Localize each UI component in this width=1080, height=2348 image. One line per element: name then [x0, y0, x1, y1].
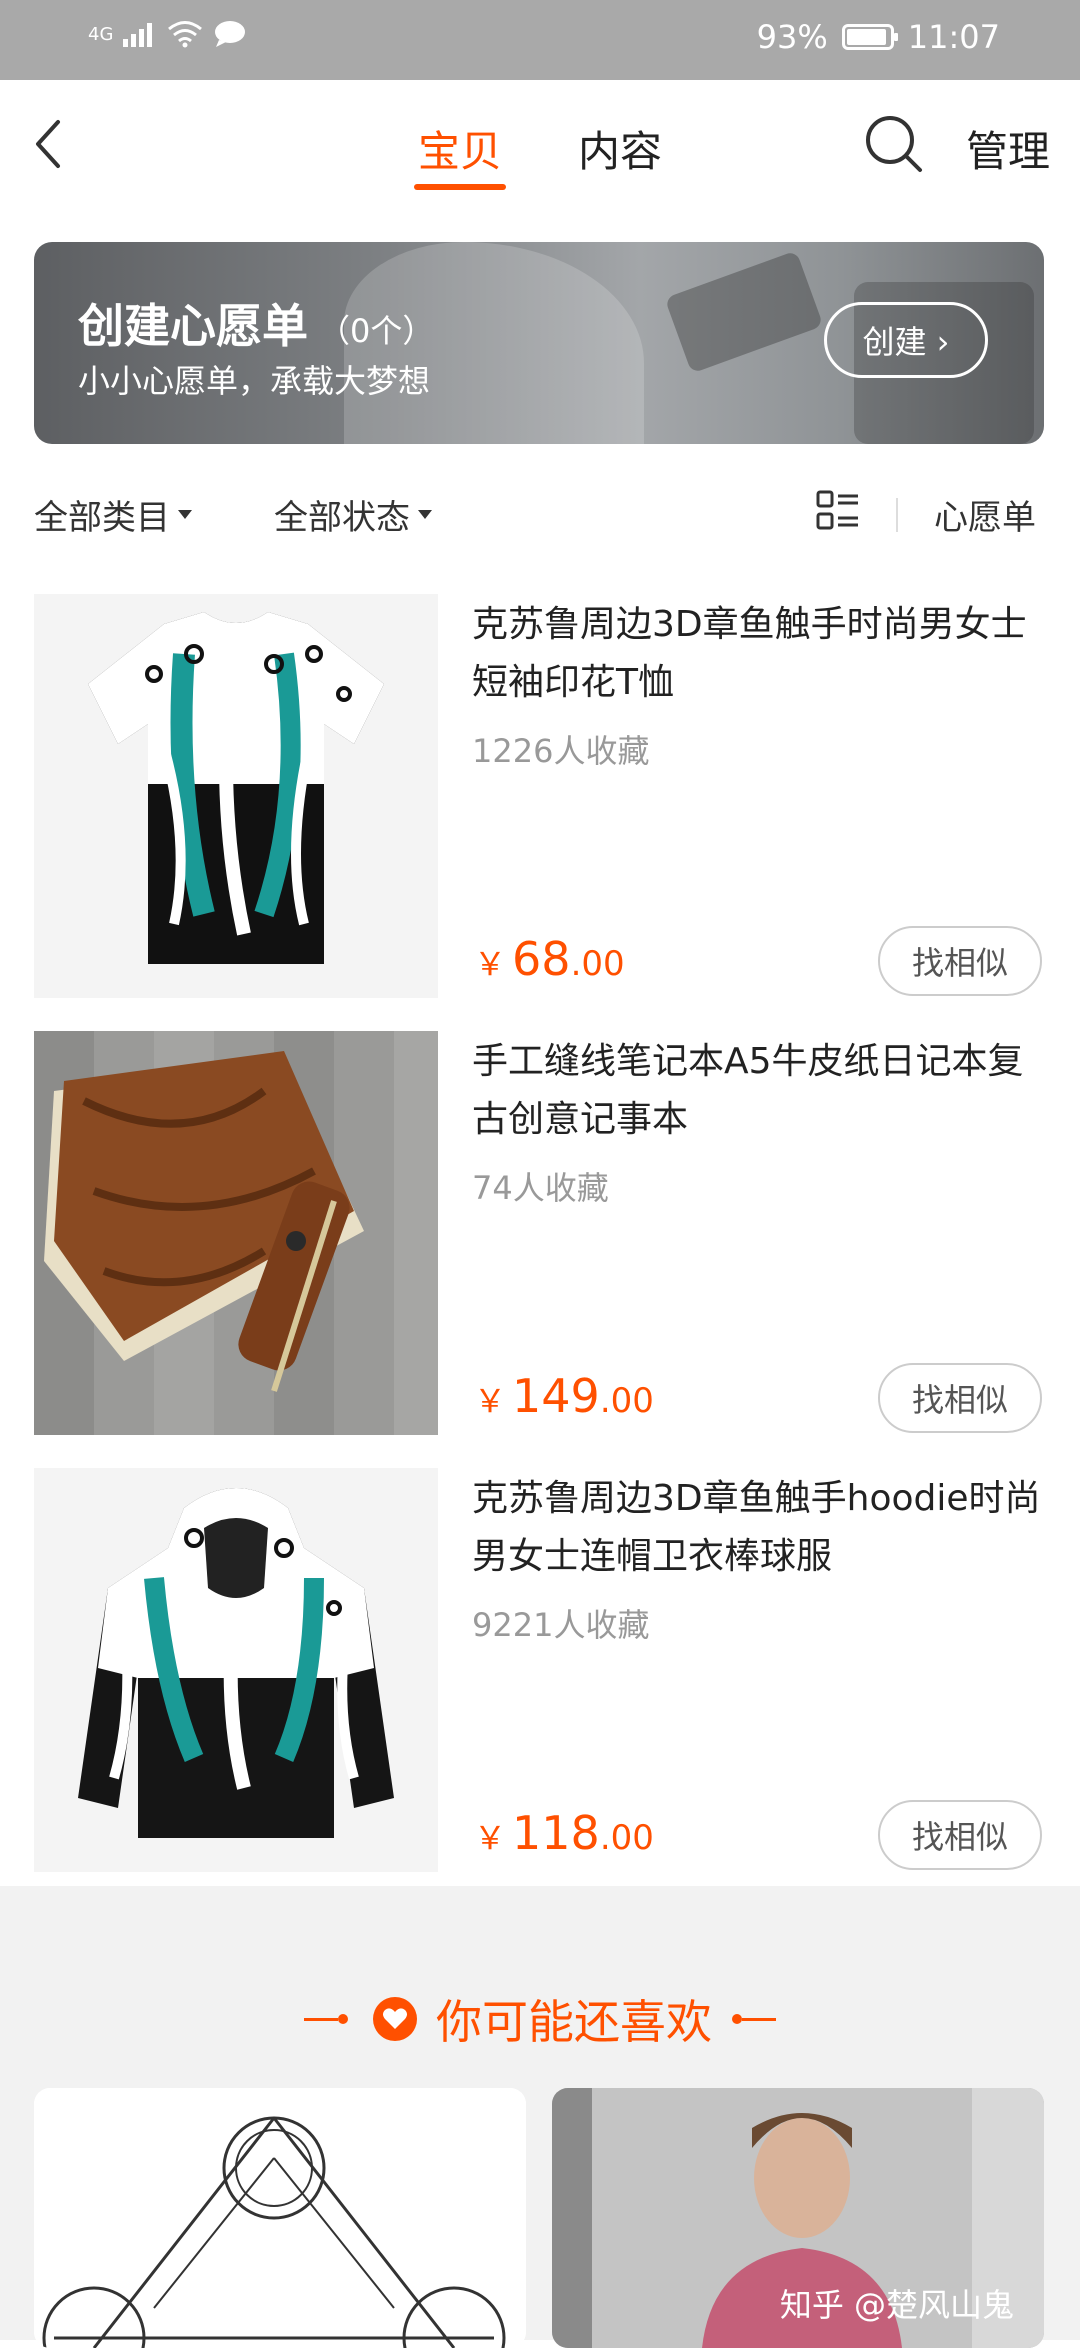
status-filter-label: 全部状态: [274, 498, 410, 538]
currency-symbol: ￥: [474, 945, 507, 983]
battery-icon: [841, 24, 898, 50]
recommendation-card[interactable]: [34, 2088, 526, 2348]
notebook-image: [34, 1031, 438, 1435]
watermark: 知乎 @楚风山鬼: [779, 2286, 1014, 2324]
back-arrow-icon[interactable]: [30, 116, 70, 172]
message-icon: [215, 21, 246, 47]
price-integer: 68: [512, 932, 571, 986]
status-filter[interactable]: 全部状态: [274, 490, 432, 539]
status-bar: 4G 93% 11:07: [0, 0, 1080, 80]
list-item[interactable]: 克苏鲁周边3D章鱼触手时尚男女士短袖印花T恤 1226人收藏 ￥ 68.00 找相…: [0, 594, 1080, 998]
header-decor-right: [732, 2014, 776, 2024]
battery-fill: [846, 29, 886, 45]
banner-title: 创建心愿单 （0个）: [78, 290, 434, 356]
category-filter-label: 全部类目: [34, 498, 170, 538]
list-view-icon[interactable]: [816, 490, 860, 532]
list-item[interactable]: 手工缝线笔记本A5牛皮纸日记本复古创意记事本 74人收藏 ￥ 149.00 找相似: [0, 1031, 1080, 1435]
create-button[interactable]: 创建 ›: [824, 302, 988, 378]
product-image[interactable]: [34, 594, 438, 998]
recommendation-card[interactable]: 知乎 @楚风山鬼: [552, 2088, 1044, 2348]
banner-subtitle: 小小心愿单，承载大梦想: [78, 362, 431, 400]
product-image[interactable]: [34, 1031, 438, 1435]
wishlist-link[interactable]: 心愿单: [934, 490, 1036, 539]
currency-symbol: ￥: [474, 1382, 507, 1420]
top-nav: 宝贝 内容 管理: [0, 80, 1080, 210]
product-title[interactable]: 克苏鲁周边3D章鱼触手时尚男女士短袖印花T恤: [472, 596, 1042, 712]
heart-icon: [373, 1997, 417, 2041]
battery-percent: 93%: [756, 18, 828, 56]
favorite-count: 1226人收藏: [472, 732, 650, 770]
banner-phone-decor: [664, 250, 824, 374]
signal-icon: [123, 23, 153, 47]
find-similar-button[interactable]: 找相似: [878, 1363, 1042, 1433]
price-integer: 118: [512, 1806, 600, 1860]
category-filter[interactable]: 全部类目: [34, 490, 192, 539]
recommendations-section: 你可能还喜欢 知乎 @楚风山鬼: [0, 1886, 1080, 2348]
wifi-icon: [168, 21, 203, 48]
product-price: ￥ 118.00: [474, 1806, 654, 1860]
status-right: 93% 11:07: [757, 18, 1000, 56]
network-label: 4G: [88, 23, 114, 45]
search-icon[interactable]: [862, 112, 926, 176]
caret-down-icon: [178, 510, 192, 519]
find-similar-button[interactable]: 找相似: [878, 1800, 1042, 1870]
tab-items[interactable]: 宝贝: [418, 118, 502, 179]
caret-down-icon: [418, 510, 432, 519]
favorite-count: 74人收藏: [472, 1169, 609, 1207]
status-left: 4G: [88, 20, 247, 48]
tshirt-image: [34, 594, 438, 998]
recommendations-header: 你可能还喜欢: [0, 1986, 1080, 2052]
product-price: ￥ 68.00: [474, 932, 625, 986]
favorite-count: 9221人收藏: [472, 1606, 650, 1644]
pentacle-image: [34, 2088, 526, 2348]
currency-symbol: ￥: [474, 1819, 507, 1857]
price-decimal: .00: [570, 944, 625, 984]
banner-count: （0个）: [318, 312, 435, 350]
tab-active-indicator: [414, 184, 506, 190]
divider: [896, 498, 898, 532]
list-item[interactable]: 克苏鲁周边3D章鱼触手hoodie时尚男女士连帽卫衣棒球服 9221人收藏 ￥ 1…: [0, 1468, 1080, 1872]
price-decimal: .00: [599, 1818, 654, 1858]
find-similar-button[interactable]: 找相似: [878, 926, 1042, 996]
clock: 11:07: [907, 18, 1000, 56]
create-wishlist-banner[interactable]: 创建心愿单 （0个） 小小心愿单，承载大梦想 创建 ›: [34, 242, 1044, 444]
header-decor-left: [304, 2014, 348, 2024]
filter-bar: 全部类目 全部状态 心愿单: [0, 476, 1080, 546]
price-decimal: .00: [599, 1381, 654, 1421]
product-title[interactable]: 手工缝线笔记本A5牛皮纸日记本复古创意记事本: [472, 1033, 1042, 1149]
price-integer: 149: [512, 1369, 600, 1423]
banner-title-text: 创建心愿单: [78, 299, 308, 353]
recommendations-title: 你可能还喜欢: [436, 1995, 712, 2049]
hoodie-image: [34, 1468, 438, 1872]
product-image[interactable]: [34, 1468, 438, 1872]
manage-button[interactable]: 管理: [966, 118, 1050, 179]
tab-content[interactable]: 内容: [578, 118, 662, 179]
product-title[interactable]: 克苏鲁周边3D章鱼触手hoodie时尚男女士连帽卫衣棒球服: [472, 1470, 1042, 1586]
product-price: ￥ 149.00: [474, 1369, 654, 1423]
